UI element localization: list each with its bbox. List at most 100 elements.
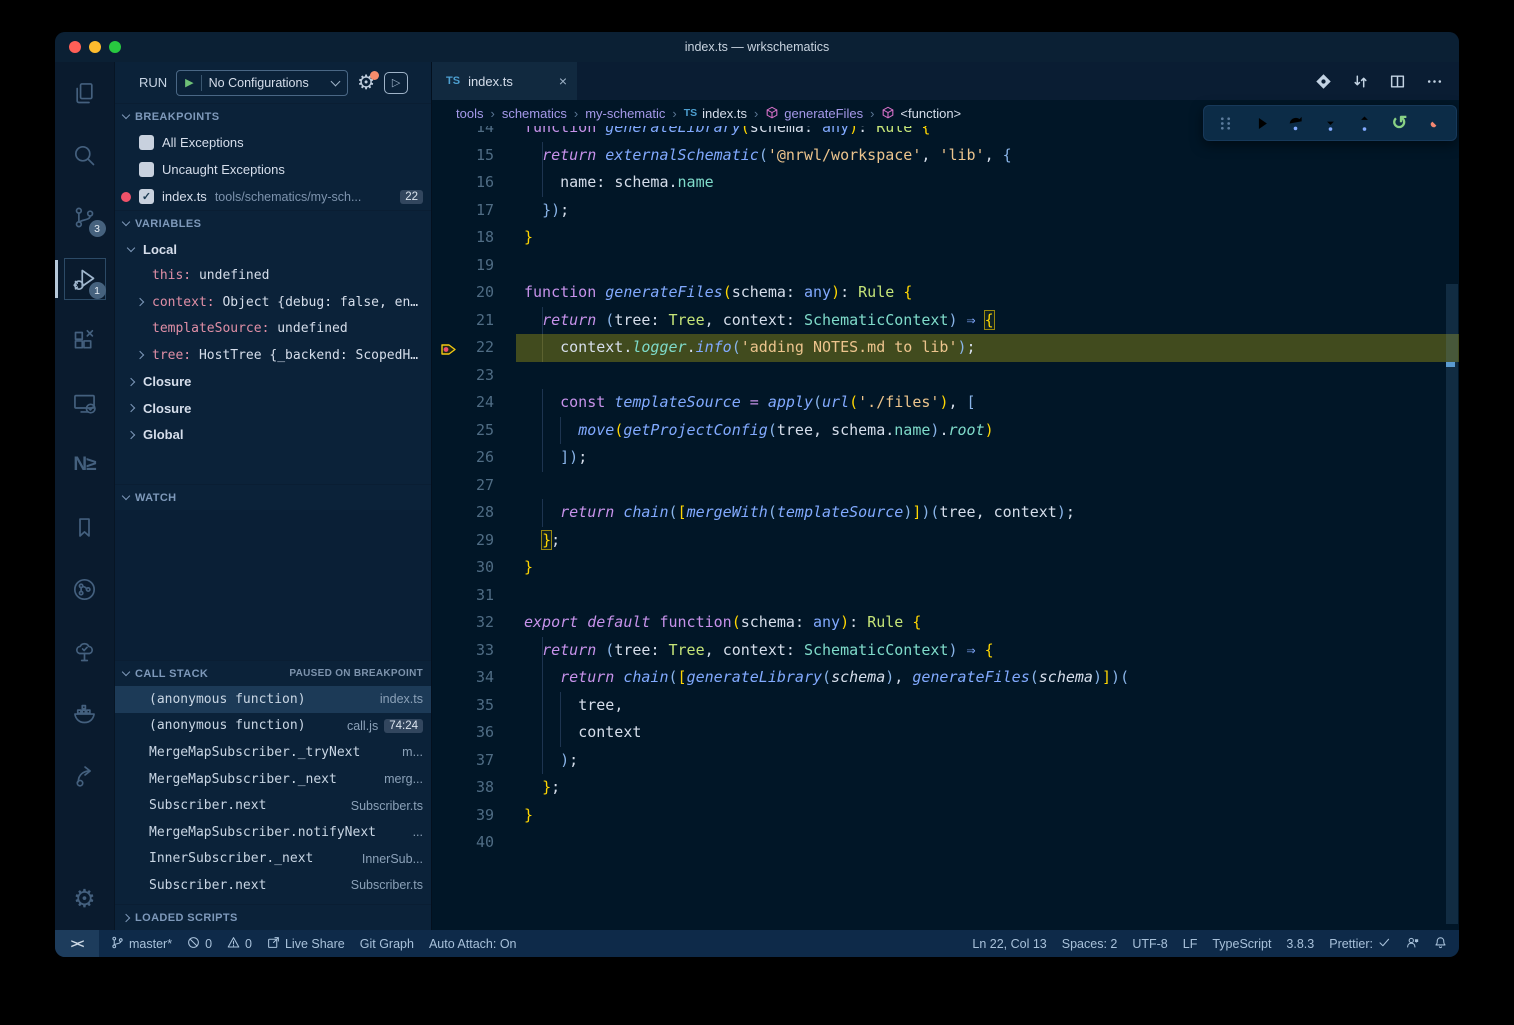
configure-gear-button[interactable]: ⚙ bbox=[357, 73, 375, 93]
line-number[interactable]: 15 bbox=[432, 142, 494, 170]
step-over-icon[interactable] bbox=[1282, 110, 1308, 136]
continue-icon[interactable] bbox=[1248, 110, 1274, 136]
line-number[interactable]: 38 bbox=[432, 774, 494, 802]
breakpoint-checkbox[interactable]: ✓ bbox=[139, 189, 154, 204]
scrollbar-slider[interactable] bbox=[1446, 284, 1458, 924]
close-tab-icon[interactable]: × bbox=[559, 73, 567, 89]
breakpoint-row[interactable]: All Exceptions bbox=[115, 129, 431, 156]
breadcrumb-item[interactable]: tools bbox=[456, 106, 483, 121]
variable-row[interactable]: tree: HostTree {_backend: ScopedH… bbox=[115, 342, 431, 369]
variables-scope-local[interactable]: Local bbox=[115, 236, 431, 263]
open-changes-icon[interactable] bbox=[1315, 73, 1332, 90]
compare-changes-icon[interactable] bbox=[1352, 73, 1369, 90]
activity-bar-item-remote-explorer[interactable] bbox=[55, 372, 115, 434]
variables-scope-global[interactable]: Global bbox=[115, 422, 431, 449]
activity-bar-item-extensions[interactable] bbox=[55, 310, 115, 372]
start-debug-icon[interactable]: ▶ bbox=[185, 76, 193, 89]
breadcrumb-item[interactable]: schematics bbox=[502, 106, 567, 121]
line-number[interactable]: 16 bbox=[432, 169, 494, 197]
more-actions-icon[interactable] bbox=[1426, 73, 1443, 90]
status-item-feedback[interactable] bbox=[1406, 936, 1419, 952]
activity-bar-item-bookmarks[interactable] bbox=[55, 496, 115, 558]
activity-bar-item-docker[interactable] bbox=[55, 682, 115, 744]
zoom-window-button[interactable] bbox=[109, 41, 121, 53]
line-number[interactable]: 28 bbox=[432, 499, 494, 527]
code-editor[interactable]: 14function generateLibrary(schema: any):… bbox=[432, 126, 1459, 930]
activity-bar-item-run-debug[interactable]: 1 bbox=[55, 248, 115, 310]
variables-scope-closure[interactable]: Closure bbox=[115, 369, 431, 396]
line-number[interactable]: 39 bbox=[432, 802, 494, 830]
line-number[interactable]: 40 bbox=[432, 829, 494, 857]
breadcrumb-item[interactable]: <function> bbox=[881, 106, 961, 121]
variables-scope-closure[interactable]: Closure bbox=[115, 395, 431, 422]
line-number[interactable]: 18 bbox=[432, 224, 494, 252]
breakpoints-section-header[interactable]: BREAKPOINTS bbox=[115, 103, 431, 129]
line-number[interactable]: 32 bbox=[432, 609, 494, 637]
restart-icon[interactable]: ↺ bbox=[1387, 110, 1413, 136]
line-number[interactable]: 30 bbox=[432, 554, 494, 582]
status-item-0[interactable]: 0 bbox=[187, 936, 212, 952]
call-stack-frame[interactable]: MergeMapSubscriber.notifyNext... bbox=[115, 819, 431, 846]
line-number[interactable]: 19 bbox=[432, 252, 494, 280]
line-number[interactable]: 34 bbox=[432, 664, 494, 692]
status-item-prettier[interactable]: Prettier: bbox=[1329, 936, 1391, 952]
line-number[interactable]: 33 bbox=[432, 637, 494, 665]
split-editor-icon[interactable] bbox=[1389, 73, 1406, 90]
status-item-bell[interactable] bbox=[1434, 936, 1447, 952]
activity-bar-item-live-share[interactable] bbox=[55, 744, 115, 806]
line-number[interactable]: 17 bbox=[432, 197, 494, 225]
call-stack-frame[interactable]: MergeMapSubscriber._nextmerg... bbox=[115, 766, 431, 793]
status-item-3-8-3[interactable]: 3.8.3 bbox=[1286, 937, 1314, 951]
activity-bar-item-nx-console[interactable]: N≥ bbox=[55, 434, 115, 496]
activity-bar-item-source-control[interactable]: 3 bbox=[55, 186, 115, 248]
status-item-master[interactable]: master* bbox=[111, 936, 172, 952]
variable-row[interactable]: this: undefined bbox=[115, 263, 431, 290]
breakpoint-row[interactable]: ✓index.tstools/schematics/my-sch...22 bbox=[115, 183, 431, 210]
status-item-git-graph[interactable]: Git Graph bbox=[360, 937, 414, 951]
variable-row[interactable]: context: Object {debug: false, en… bbox=[115, 289, 431, 316]
status-item-lf[interactable]: LF bbox=[1183, 937, 1198, 951]
paused-breakpoint-icon[interactable] bbox=[440, 340, 457, 368]
activity-bar-item-git-graph[interactable] bbox=[55, 558, 115, 620]
status-item-spaces-2[interactable]: Spaces: 2 bbox=[1062, 937, 1118, 951]
activity-bar-item-search[interactable] bbox=[55, 124, 115, 186]
loaded-scripts-section-header[interactable]: LOADED SCRIPTS bbox=[115, 904, 431, 930]
status-item-live-share[interactable]: Live Share bbox=[267, 936, 345, 952]
line-number[interactable]: 31 bbox=[432, 582, 494, 610]
call-stack-frame[interactable]: (anonymous function)call.js74:24 bbox=[115, 713, 431, 740]
call-stack-frame[interactable]: Subscriber.nextSubscriber.ts bbox=[115, 872, 431, 899]
line-number[interactable]: 21 bbox=[432, 307, 494, 335]
remote-indicator[interactable]: >< bbox=[55, 930, 99, 957]
disconnect-icon[interactable] bbox=[1421, 110, 1447, 136]
status-item-0[interactable]: 0 bbox=[227, 936, 252, 952]
call-stack-frame[interactable]: (anonymous function)index.ts bbox=[115, 686, 431, 713]
launch-config-dropdown[interactable]: ▶ No Configurations bbox=[176, 70, 348, 96]
status-item-auto-attach-on[interactable]: Auto Attach: On bbox=[429, 937, 517, 951]
breadcrumb-item[interactable]: my-schematic bbox=[585, 106, 665, 121]
call-stack-frame[interactable]: Subscriber.nextSubscriber.ts bbox=[115, 792, 431, 819]
step-into-icon[interactable] bbox=[1317, 110, 1343, 136]
line-number[interactable]: 35 bbox=[432, 692, 494, 720]
call-stack-frame[interactable]: InnerSubscriber._nextInnerSub... bbox=[115, 846, 431, 873]
line-number[interactable]: 37 bbox=[432, 747, 494, 775]
status-item-typescript[interactable]: TypeScript bbox=[1212, 937, 1271, 951]
line-number[interactable]: 29 bbox=[432, 527, 494, 555]
minimize-window-button[interactable] bbox=[89, 41, 101, 53]
line-number[interactable]: 27 bbox=[432, 472, 494, 500]
activity-bar-item-todo-tree[interactable] bbox=[55, 620, 115, 682]
drag-grip-icon[interactable] bbox=[1213, 110, 1239, 136]
call-stack-frame[interactable]: MergeMapSubscriber._tryNextm... bbox=[115, 739, 431, 766]
line-number[interactable]: 26 bbox=[432, 444, 494, 472]
watch-section-header[interactable]: WATCH bbox=[115, 484, 431, 510]
call-stack-section-header[interactable]: CALL STACK PAUSED ON BREAKPOINT bbox=[115, 660, 431, 686]
breadcrumb-item[interactable]: TSindex.ts bbox=[684, 106, 747, 121]
variable-row[interactable]: templateSource: undefined bbox=[115, 316, 431, 343]
breadcrumb-item[interactable]: generateFiles bbox=[765, 106, 863, 121]
breakpoint-row[interactable]: Uncaught Exceptions bbox=[115, 156, 431, 183]
debug-console-button[interactable]: ▷ bbox=[384, 72, 408, 94]
status-item-ln-22-col-13[interactable]: Ln 22, Col 13 bbox=[972, 937, 1046, 951]
activity-bar-item-settings[interactable]: ⚙ bbox=[55, 868, 115, 930]
breakpoint-checkbox[interactable] bbox=[139, 135, 154, 150]
line-number[interactable]: 24 bbox=[432, 389, 494, 417]
close-window-button[interactable] bbox=[69, 41, 81, 53]
